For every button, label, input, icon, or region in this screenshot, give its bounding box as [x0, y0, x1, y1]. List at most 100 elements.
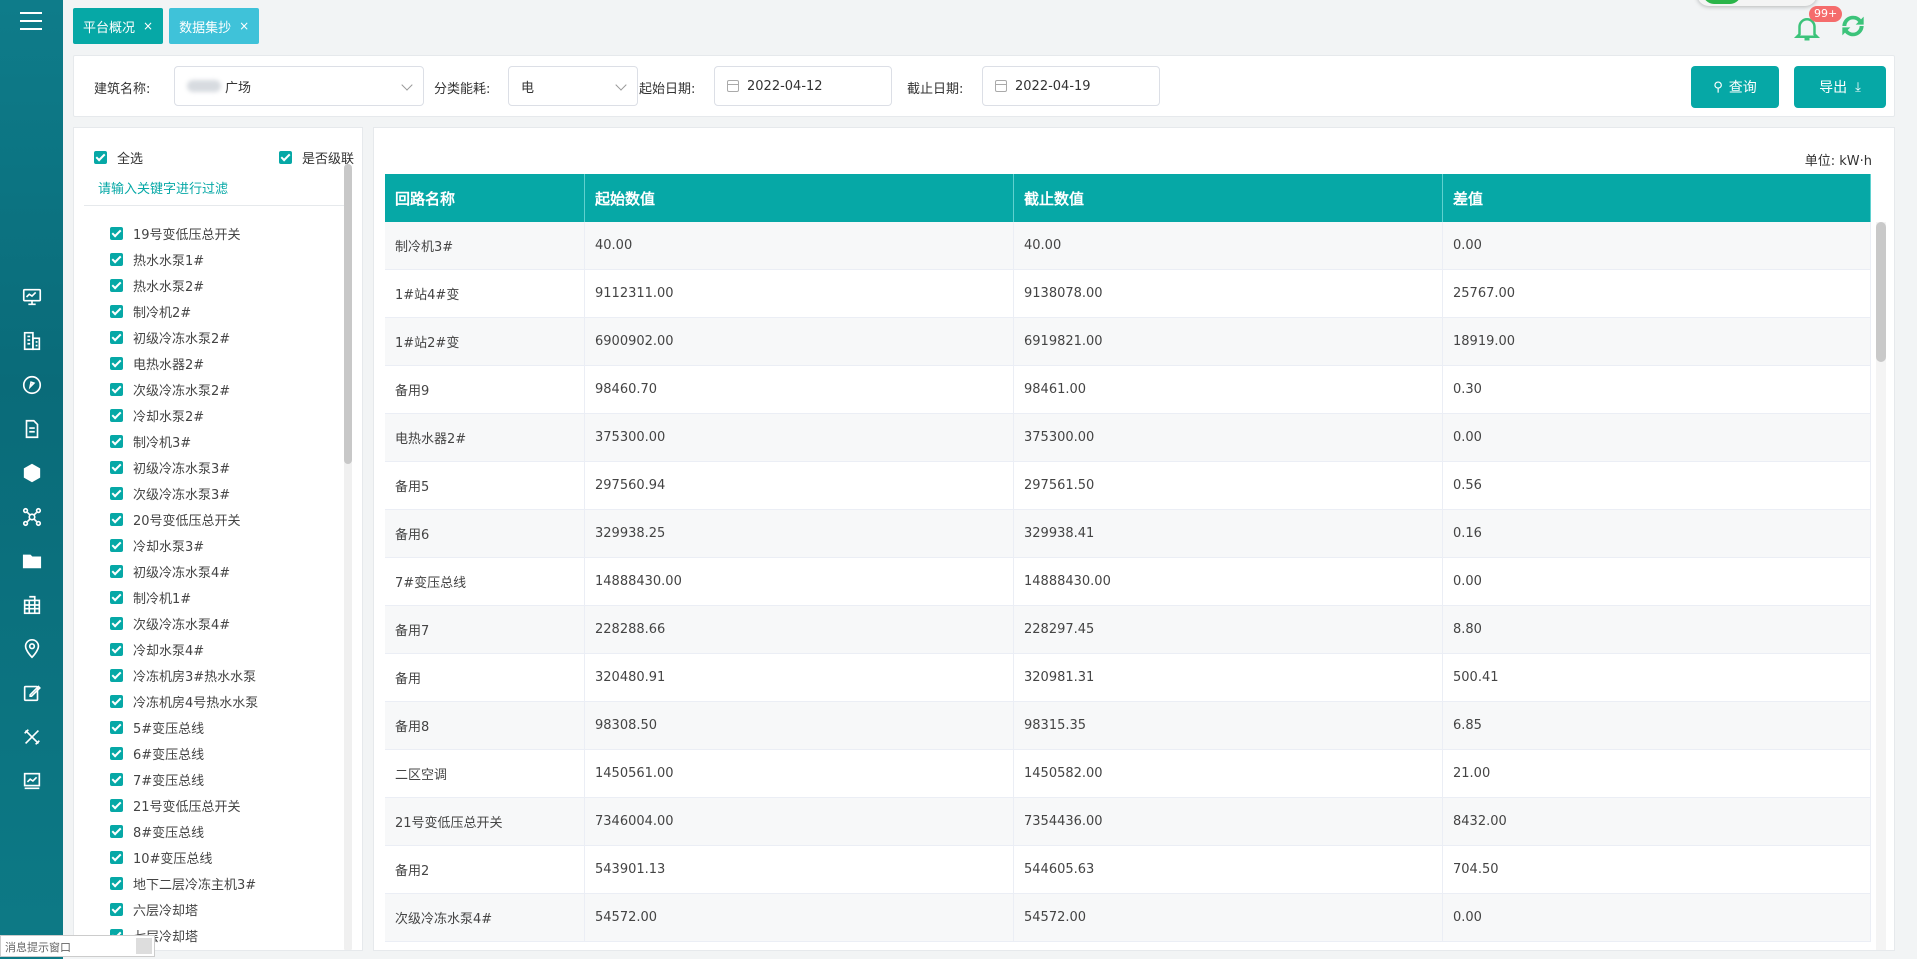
location-pin-icon[interactable]: [0, 627, 63, 671]
checkbox-checked[interactable]: [110, 330, 123, 344]
edit-icon[interactable]: [0, 671, 63, 715]
tree-item[interactable]: 冷却水泵4#: [110, 636, 350, 662]
monitor-icon[interactable]: [0, 275, 63, 319]
table-row: 1#站4#变 9112311.00 9138078.00 25767.00: [385, 270, 1871, 318]
tree-scrollbar[interactable]: [344, 164, 352, 950]
export-button[interactable]: 导出 ⤓: [1794, 66, 1886, 108]
document-icon[interactable]: [0, 407, 63, 451]
building-select[interactable]: 广场: [174, 66, 424, 106]
end-date-value: 2022-04-19: [1015, 78, 1091, 94]
tree-item[interactable]: 次级冷冻水泵4#: [110, 610, 350, 636]
dashboard-icon[interactable]: [0, 759, 63, 803]
tree-item[interactable]: 次级冷冻水泵2#: [110, 376, 350, 402]
compass-icon[interactable]: [0, 363, 63, 407]
tree-item[interactable]: 7#变压总线: [110, 766, 350, 792]
close-icon[interactable]: [136, 938, 152, 954]
tree-item[interactable]: 19号变低压总开关: [110, 220, 350, 246]
tree-item[interactable]: 制冷机1#: [110, 584, 350, 610]
grid-building-icon[interactable]: [0, 583, 63, 627]
folder-icon[interactable]: [0, 539, 63, 583]
checkbox-checked[interactable]: [110, 460, 123, 474]
building-icon[interactable]: [0, 319, 63, 363]
checkbox-checked[interactable]: [110, 668, 123, 682]
tab-platform-overview[interactable]: 平台概况 ×: [73, 8, 164, 44]
tree-item[interactable]: 21号变低压总开关: [110, 792, 350, 818]
checkbox-checked[interactable]: [110, 226, 123, 240]
tree-item[interactable]: 次级冷冻水泵3#: [110, 480, 350, 506]
menu-toggle-icon[interactable]: [20, 12, 42, 30]
cell-circuit-name: 21号变低压总开关: [385, 798, 585, 845]
refresh-icon[interactable]: [1837, 10, 1869, 42]
close-icon[interactable]: ×: [239, 19, 249, 33]
checkbox-checked[interactable]: [94, 151, 107, 164]
tree-item[interactable]: 冷冻机房4号热水水泵: [110, 688, 350, 714]
checkbox-checked[interactable]: [110, 408, 123, 422]
checkbox-checked[interactable]: [110, 694, 123, 708]
tree-item-label: 制冷机2#: [133, 305, 192, 321]
tree-item[interactable]: 20号变低压总开关: [110, 506, 350, 532]
checkbox-checked[interactable]: [110, 538, 123, 552]
checkbox-checked[interactable]: [110, 382, 123, 396]
table-scrollbar[interactable]: [1876, 222, 1886, 950]
checkbox-checked[interactable]: [110, 746, 123, 760]
tree-item[interactable]: 六层冷却塔: [110, 896, 350, 922]
scrollbar-thumb[interactable]: [1876, 222, 1886, 362]
checkbox-checked[interactable]: [110, 824, 123, 838]
checkbox-checked[interactable]: [110, 304, 123, 318]
tab-data-reading[interactable]: 数据集抄 ×: [169, 8, 260, 44]
tree-item[interactable]: 冷却水泵2#: [110, 402, 350, 428]
tree-item[interactable]: 热水水泵2#: [110, 272, 350, 298]
start-date-input[interactable]: 2022-04-12: [714, 66, 892, 106]
tree-item[interactable]: 热水水泵1#: [110, 246, 350, 272]
tree-item[interactable]: 初级冷冻水泵2#: [110, 324, 350, 350]
status-toggle[interactable]: [1697, 0, 1817, 6]
cell-circuit-name: 二区空调: [385, 750, 585, 797]
hexagon-icon[interactable]: [0, 451, 63, 495]
cascade-checkbox[interactable]: 是否级联: [278, 148, 354, 167]
tree-item[interactable]: 初级冷冻水泵4#: [110, 558, 350, 584]
checkbox-checked[interactable]: [110, 356, 123, 370]
checkbox-checked[interactable]: [110, 512, 123, 526]
message-tip-window[interactable]: 消息提示窗口: [0, 935, 155, 957]
tree-item[interactable]: 10#变压总线: [110, 844, 350, 870]
select-all-checkbox[interactable]: 全选: [94, 148, 143, 167]
tree-item[interactable]: 6#变压总线: [110, 740, 350, 766]
checkbox-checked[interactable]: [110, 798, 123, 812]
query-button[interactable]: ⚲ 查询: [1691, 66, 1779, 108]
header-difference: 差值: [1443, 174, 1871, 222]
tree-item[interactable]: 8#变压总线: [110, 818, 350, 844]
checkbox-checked[interactable]: [110, 642, 123, 656]
checkbox-checked[interactable]: [110, 590, 123, 604]
tree-item[interactable]: 制冷机3#: [110, 428, 350, 454]
cell-end-value: 6919821.00: [1014, 318, 1443, 365]
end-date-input[interactable]: 2022-04-19: [982, 66, 1160, 106]
tree-item[interactable]: 冷却水泵3#: [110, 532, 350, 558]
checkbox-checked[interactable]: [110, 486, 123, 500]
checkbox-checked[interactable]: [110, 616, 123, 630]
checkbox-checked[interactable]: [110, 876, 123, 890]
checkbox-checked[interactable]: [110, 564, 123, 578]
table-row: 1#站2#变 6900902.00 6919821.00 18919.00: [385, 318, 1871, 366]
checkbox-checked[interactable]: [110, 252, 123, 266]
tree-filter-input[interactable]: 请输入关键字进行过滤: [84, 168, 346, 206]
close-icon[interactable]: ×: [143, 19, 153, 33]
checkbox-checked[interactable]: [110, 772, 123, 786]
tools-icon[interactable]: [0, 715, 63, 759]
category-select[interactable]: 电: [508, 66, 638, 106]
cell-circuit-name: 1#站4#变: [385, 270, 585, 317]
tree-item[interactable]: 地下二层冷冻主机3#: [110, 870, 350, 896]
tree-item[interactable]: 初级冷冻水泵3#: [110, 454, 350, 480]
checkbox-checked[interactable]: [110, 902, 123, 916]
tree-item[interactable]: 制冷机2#: [110, 298, 350, 324]
tree-item[interactable]: 电热水器2#: [110, 350, 350, 376]
checkbox-checked[interactable]: [110, 850, 123, 864]
checkbox-checked[interactable]: [110, 434, 123, 448]
checkbox-checked[interactable]: [278, 151, 292, 164]
checkbox-checked[interactable]: [110, 278, 123, 292]
cell-difference: 25767.00: [1443, 270, 1871, 317]
scrollbar-thumb[interactable]: [344, 164, 352, 464]
network-icon[interactable]: [0, 495, 63, 539]
tree-item[interactable]: 5#变压总线: [110, 714, 350, 740]
checkbox-checked[interactable]: [110, 720, 123, 734]
tree-item[interactable]: 冷冻机房3#热水水泵: [110, 662, 350, 688]
